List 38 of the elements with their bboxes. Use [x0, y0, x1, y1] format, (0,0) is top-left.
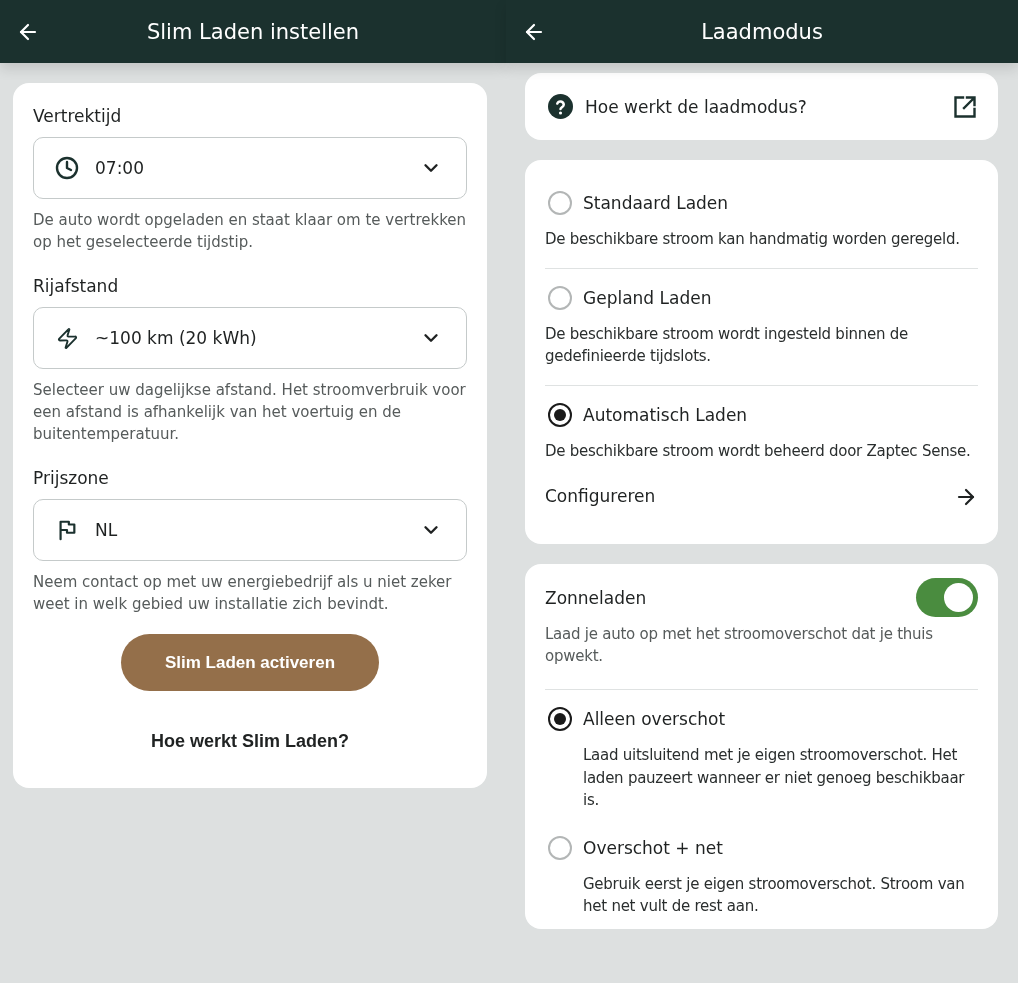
help-link[interactable]: Hoe werkt Slim Laden? — [150, 728, 349, 754]
field-label: Vertrektijd — [33, 105, 123, 128]
dropdown-field[interactable]: 07:00 — [33, 137, 467, 199]
radio-button[interactable] — [548, 707, 572, 731]
external-link-icon — [953, 94, 977, 119]
helper-text: Neem contact op met uw energiebedrijf als u niet zeker weet in welk gebied uw installatie zich bevindt. — [33, 572, 453, 615]
configure-link[interactable]: Configureren — [545, 485, 978, 509]
option-label: Standaard Laden — [583, 192, 729, 215]
activate-button[interactable]: Slim Laden activeren — [121, 634, 379, 691]
option-label: Overschot + net — [583, 836, 723, 860]
helper-text: De auto wordt opgeladen en staat klaar om te vertrekken op het geselecteerde tijdstip. — [33, 210, 467, 253]
flag-icon — [56, 519, 78, 541]
radio-button[interactable] — [548, 403, 572, 427]
clock-icon — [55, 156, 79, 180]
option-label: Alleen overschot — [583, 708, 726, 731]
screen-title: Slim Laden instellen — [145, 18, 361, 46]
option-description: De beschikbare stroom kan handmatig worden geregeld. — [545, 229, 961, 250]
helper-text: Selecteer uw dagelijkse afstand. Het stroomverbruik voor een afstand is afhankelijk van het voertuig en de buitentemperatuur. — [33, 380, 467, 445]
option-description: De beschikbare stroom wordt ingesteld binnen de gedefinieerde tijdslots. — [545, 324, 910, 367]
section-title: Zonneladen — [545, 586, 647, 610]
option-description: Laad uitsluitend met je eigen stroomoverschot. Het laden pauzeert wanneer er niet genoeg beschikbaar is. — [582, 745, 966, 811]
field-label: Prijszone — [33, 467, 110, 490]
radio-button[interactable] — [548, 286, 572, 310]
help-link-card[interactable]: Hoe werkt de laadmodus? — [525, 73, 998, 140]
field-label: Rijafstand — [33, 275, 120, 298]
radio-button[interactable] — [548, 191, 572, 215]
option-label: Automatisch Laden — [583, 404, 748, 427]
screen-title: Laadmodus — [700, 18, 824, 46]
radio-button[interactable] — [548, 835, 572, 860]
lightning-bolt-icon — [55, 326, 79, 350]
option-description: Gebruik eerst je eigen stroomoverschot. Stroom van het net vult de rest aan. — [582, 873, 966, 917]
toggle-switch[interactable] — [916, 578, 978, 617]
dropdown-field[interactable]: NL — [33, 499, 467, 561]
help-icon — [548, 94, 573, 119]
option-description: De beschikbare stroom wordt beheerd door Zaptec Sense. — [545, 441, 972, 462]
dropdown-field[interactable]: ~100 km (20 kWh) — [33, 307, 467, 369]
option-label: Gepland Laden — [583, 287, 712, 310]
section-description: Laad je auto op met het stroomoverschot dat je thuis opwekt. — [545, 624, 934, 667]
